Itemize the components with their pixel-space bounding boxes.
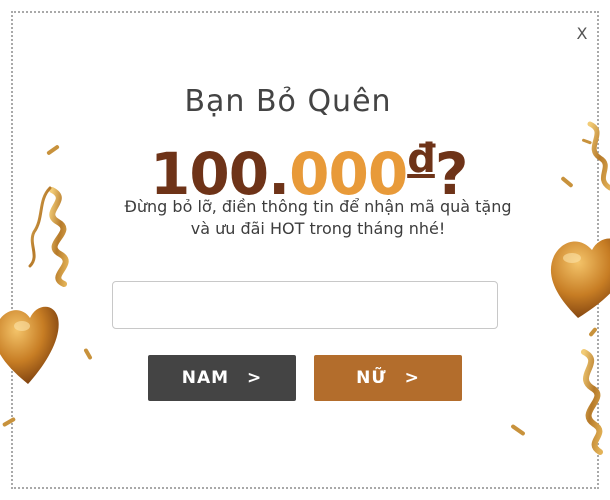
close-button[interactable]: X bbox=[572, 24, 592, 44]
chevron-right-icon: > bbox=[247, 368, 263, 388]
description: Đừng bỏ lỡ, điền thông tin để nhận mã qu… bbox=[60, 196, 576, 240]
description-line1: Đừng bỏ lỡ, điền thông tin để nhận mã qu… bbox=[124, 197, 512, 216]
decorations bbox=[0, 121, 610, 455]
promo-popup: X Bạn Bỏ Quên 100.000đ? Đừng bỏ lỡ, điền… bbox=[0, 0, 610, 500]
dotted-border bbox=[11, 11, 599, 489]
currency-symbol: đ bbox=[407, 136, 436, 182]
gold-ribbon-icon bbox=[581, 349, 603, 455]
male-button[interactable]: NAM > bbox=[148, 355, 296, 401]
gold-heart-icon bbox=[0, 306, 59, 384]
contact-input[interactable] bbox=[112, 281, 498, 329]
chevron-right-icon: > bbox=[404, 368, 420, 388]
gold-ribbon-icon bbox=[587, 121, 610, 191]
headline: Bạn Bỏ Quên bbox=[184, 84, 392, 119]
female-button[interactable]: NỮ > bbox=[314, 355, 462, 401]
male-button-label: NAM bbox=[181, 368, 230, 388]
gold-heart-icon bbox=[550, 238, 610, 318]
description-line2: và ưu đãi HOT trong tháng nhé! bbox=[190, 219, 446, 238]
female-button-label: NỮ bbox=[356, 368, 387, 388]
